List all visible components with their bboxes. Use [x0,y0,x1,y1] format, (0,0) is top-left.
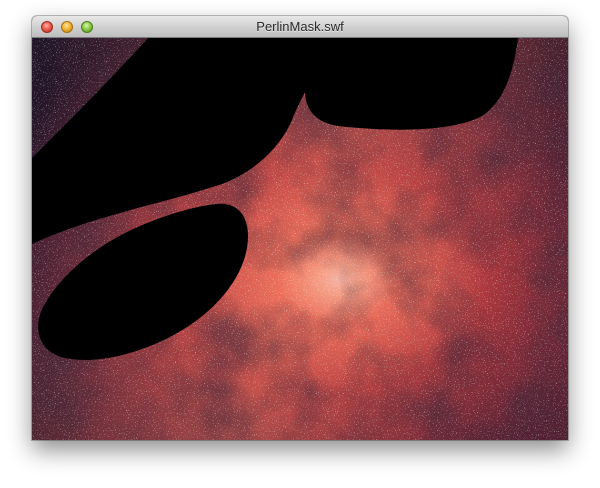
swf-stage[interactable] [32,38,568,440]
window-titlebar[interactable]: PerlinMask.swf [32,16,568,38]
galaxy-mask-canvas [32,38,568,440]
window-title: PerlinMask.swf [256,19,344,34]
flash-player-window: PerlinMask.swf [32,16,568,440]
